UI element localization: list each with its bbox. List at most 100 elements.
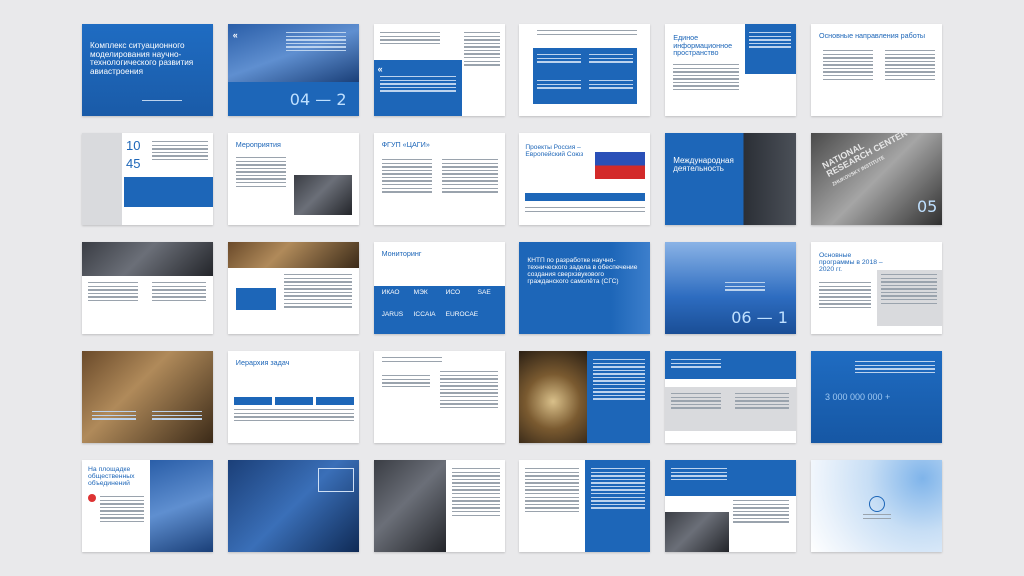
item-3 [537, 80, 582, 91]
slide-title: КНТП по разработке научно-технического з… [527, 257, 638, 285]
slide-title: На площадке общественных объединений [88, 466, 135, 488]
funding-amount: 3 000 000 000 + [824, 392, 891, 402]
slide-28[interactable] [519, 460, 651, 552]
slide-16[interactable]: КНТП по разработке научно-технического з… [519, 242, 651, 334]
slide-title: Иерархия задач [235, 358, 290, 367]
quote-text [379, 76, 456, 94]
event-photo [293, 175, 352, 215]
facility-photo [519, 351, 588, 443]
slide-15[interactable]: Мониторинг ИКАО МЭК ИСО SAE JARUS ICCAIA… [373, 242, 505, 334]
side-text [463, 32, 500, 68]
slide-title: Проекты Россия – Европейский Союз [525, 144, 584, 158]
slide-1[interactable]: Комплекс ситуационного моделирования нау… [82, 24, 213, 116]
flags-photo [595, 139, 646, 179]
slide-title: ФГУП «ЦАГИ» [381, 140, 430, 149]
stat-text [152, 141, 208, 162]
section-number: 05 [916, 197, 938, 216]
slide-6[interactable]: Основные направления работы [810, 24, 942, 116]
header-text [381, 357, 442, 364]
slide-grid: Комплекс ситуационного моделирования нау… [82, 24, 942, 552]
org-4: SAE [477, 289, 491, 296]
body-text [451, 468, 500, 518]
org-list [100, 496, 144, 525]
task-text [233, 409, 354, 423]
stat-number-1: 10 [126, 138, 141, 153]
section-number: 06 — 1 [731, 308, 788, 327]
slide-4[interactable] [519, 24, 651, 116]
item-2 [589, 54, 634, 65]
slide-17[interactable]: 06 — 1 [665, 242, 797, 334]
header-text [671, 468, 728, 482]
column-2 [441, 159, 498, 195]
photo [227, 242, 359, 268]
column-2 [735, 393, 790, 411]
slide-18[interactable]: Основные программы в 2018 – 2020 гг. [810, 242, 942, 334]
quote-icon: « [232, 30, 238, 40]
slide-11[interactable]: Международная деятельность [665, 133, 797, 225]
org-3: ИСО [445, 289, 461, 296]
equipment-photo [665, 512, 730, 552]
slide-title: Международная деятельность [673, 156, 734, 174]
slide-30[interactable] [810, 460, 942, 552]
header-text [671, 359, 722, 370]
tunnel-photo [373, 460, 446, 552]
slide-20[interactable]: Иерархия задач [227, 351, 359, 443]
slide-23[interactable] [665, 351, 797, 443]
slide-26[interactable] [227, 460, 359, 552]
left-text [381, 375, 430, 389]
caption-2 [152, 411, 202, 422]
item-4 [589, 80, 634, 91]
programs-list [880, 274, 937, 306]
slide-background [665, 133, 797, 225]
slide-title: Единое информационное пространство [673, 33, 733, 58]
photo [82, 242, 213, 276]
column-1 [671, 393, 722, 411]
slide-2[interactable]: « 04 — 2 [227, 24, 359, 116]
column-1 [88, 282, 138, 303]
slide-27[interactable] [373, 460, 505, 552]
body-text [733, 500, 790, 525]
blue-block [235, 288, 276, 310]
org-6: ICCAIA [413, 311, 436, 318]
caption-text [725, 282, 766, 293]
org-7: EUROCAE [445, 311, 479, 318]
column-2 [152, 282, 206, 303]
quote-text [285, 32, 346, 53]
slide-19[interactable] [82, 351, 213, 443]
column-1 [822, 50, 873, 82]
org-2: МЭК [413, 289, 428, 296]
slide-3[interactable]: « [373, 24, 505, 116]
caption-1 [92, 411, 136, 422]
blue-band [124, 177, 213, 207]
body-text [379, 32, 440, 46]
slide-24[interactable]: 3 000 000 000 + [810, 351, 942, 443]
item-1 [537, 54, 582, 65]
slide-title: Комплекс ситуационного моделирования нау… [90, 41, 194, 76]
slide-8[interactable]: Мероприятия [227, 133, 359, 225]
slide-12[interactable]: NATIONAL RESEARCH CENTER ZHUKOVSKY INSTI… [810, 133, 942, 225]
slide-9[interactable]: ФГУП «ЦАГИ» [373, 133, 505, 225]
slide-title: Основные направления работы [818, 31, 926, 40]
slide-21[interactable] [373, 351, 505, 443]
column-1 [381, 159, 432, 195]
intro-text [854, 361, 935, 375]
org-1: ИКАО [381, 289, 400, 296]
slide-22[interactable] [519, 351, 651, 443]
logo-icon [88, 494, 96, 502]
slide-25[interactable]: На площадке общественных объединений [82, 460, 213, 552]
partner-strip [525, 193, 646, 201]
body-text [283, 274, 352, 310]
org-5: JARUS [381, 311, 404, 318]
slide-title: Мероприятия [235, 140, 281, 149]
slide-29[interactable] [665, 460, 797, 552]
slide-7[interactable]: 10 45 [82, 133, 213, 225]
task-header-3 [315, 397, 354, 405]
slide-10[interactable]: Проекты Россия – Европейский Союз [519, 133, 651, 225]
column-2 [884, 50, 935, 82]
task-header-1 [233, 397, 272, 405]
stat-number-2: 45 [126, 156, 141, 171]
gray-panel [82, 133, 122, 225]
slide-5[interactable]: Единое информационное пространство [665, 24, 797, 116]
slide-13[interactable] [82, 242, 213, 334]
slide-14[interactable] [227, 242, 359, 334]
